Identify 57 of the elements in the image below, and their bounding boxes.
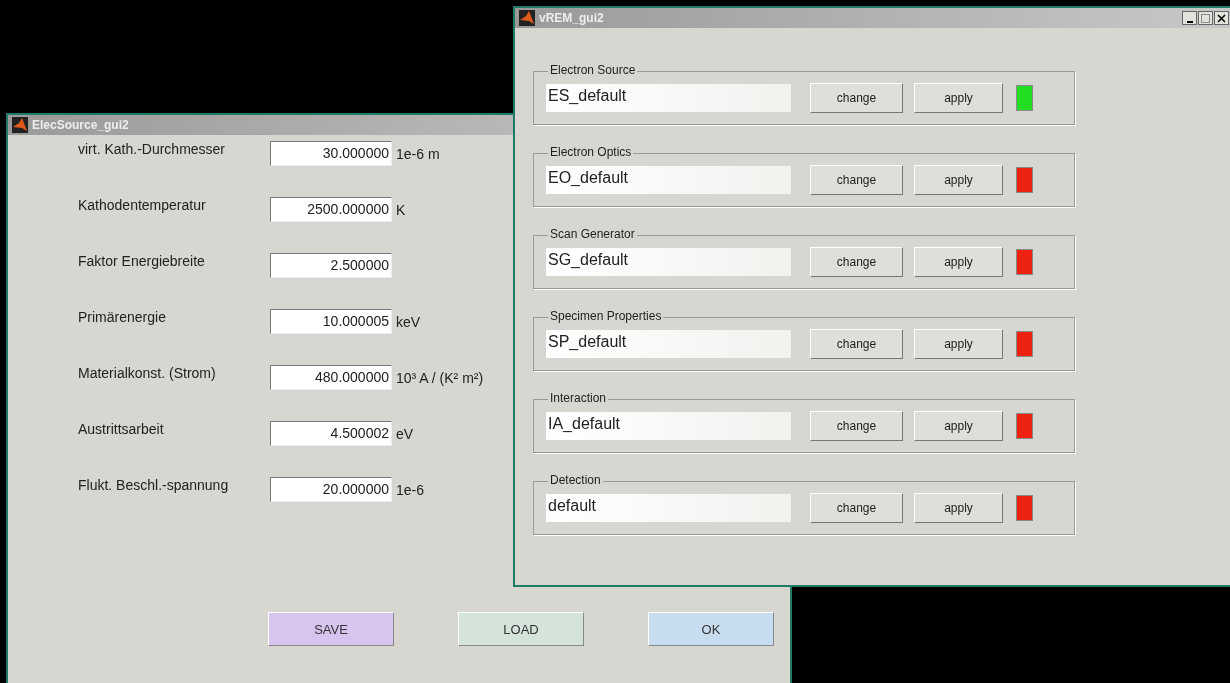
parameter-input[interactable]: 10.000005 xyxy=(270,309,392,334)
minimize-button[interactable] xyxy=(1182,11,1197,25)
parameter-label: Flukt. Beschl.-spannung xyxy=(78,477,230,493)
group-title: Detection xyxy=(548,473,603,487)
unit-label: 10³ A / (K² m²) xyxy=(395,369,484,386)
change-button[interactable]: change xyxy=(810,247,903,277)
maximize-icon xyxy=(1201,13,1210,23)
group-title: Electron Source xyxy=(548,63,638,77)
apply-button[interactable]: apply xyxy=(914,411,1003,441)
unit-label: 1e-6 m xyxy=(395,145,440,162)
module-value-field[interactable]: SP_default xyxy=(546,330,791,358)
change-button[interactable]: change xyxy=(810,329,903,359)
change-button[interactable]: change xyxy=(810,411,903,441)
matlab-logo-icon xyxy=(12,117,28,133)
apply-button[interactable]: apply xyxy=(914,247,1003,277)
module-value-field[interactable]: default xyxy=(546,494,791,522)
parameter-label: Faktor Energiebreite xyxy=(78,253,206,269)
unit-label: K xyxy=(395,201,406,218)
action-button[interactable]: LOAD xyxy=(458,612,584,646)
close-button[interactable] xyxy=(1214,11,1229,25)
apply-button[interactable]: apply xyxy=(914,329,1003,359)
parameter-label: Materialkonst. (Strom) xyxy=(78,365,217,381)
parameter-label: virt. Kath.-Durchmesser xyxy=(78,141,227,157)
change-button[interactable]: change xyxy=(810,493,903,523)
apply-button[interactable]: apply xyxy=(914,83,1003,113)
parameter-input[interactable]: 2.500000 xyxy=(270,253,392,278)
window-title: vREM_gui2 xyxy=(539,11,604,25)
maximize-button[interactable] xyxy=(1198,11,1213,25)
parameter-label: Kathodentemperatur xyxy=(78,197,207,213)
group-title: Interaction xyxy=(548,391,609,405)
apply-button[interactable]: apply xyxy=(914,165,1003,195)
module-value-field[interactable]: SG_default xyxy=(546,248,791,276)
module-value-field[interactable]: IA_default xyxy=(546,412,791,440)
change-button[interactable]: change xyxy=(810,83,903,113)
group-title: Scan Generator xyxy=(548,227,637,241)
parameter-input[interactable]: 2500.000000 xyxy=(270,197,392,222)
parameter-input[interactable]: 20.000000 xyxy=(270,477,392,502)
unit-label: eV xyxy=(395,425,414,442)
group-title: Specimen Properties xyxy=(548,309,664,323)
close-icon xyxy=(1217,13,1226,23)
parameter-label: Primärenergie xyxy=(78,309,167,325)
module-value-field[interactable]: ES_default xyxy=(546,84,791,112)
minimize-icon xyxy=(1186,20,1193,23)
module-value-field[interactable]: EO_default xyxy=(546,166,791,194)
apply-button[interactable]: apply xyxy=(914,493,1003,523)
parameter-input[interactable]: 480.000000 xyxy=(270,365,392,390)
change-button[interactable]: change xyxy=(810,165,903,195)
matlab-logo-icon xyxy=(519,10,535,26)
parameter-input[interactable]: 30.000000 xyxy=(270,141,392,166)
unit-label: keV xyxy=(395,313,421,330)
parameter-input[interactable]: 4.500002 xyxy=(270,421,392,446)
unit-label: 1e-6 xyxy=(395,481,425,498)
action-button[interactable]: SAVE xyxy=(268,612,394,646)
group-title: Electron Optics xyxy=(548,145,634,159)
window-title: ElecSource_gui2 xyxy=(32,118,129,132)
action-button[interactable]: OK xyxy=(648,612,774,646)
parameter-label: Austrittsarbeit xyxy=(78,421,165,437)
